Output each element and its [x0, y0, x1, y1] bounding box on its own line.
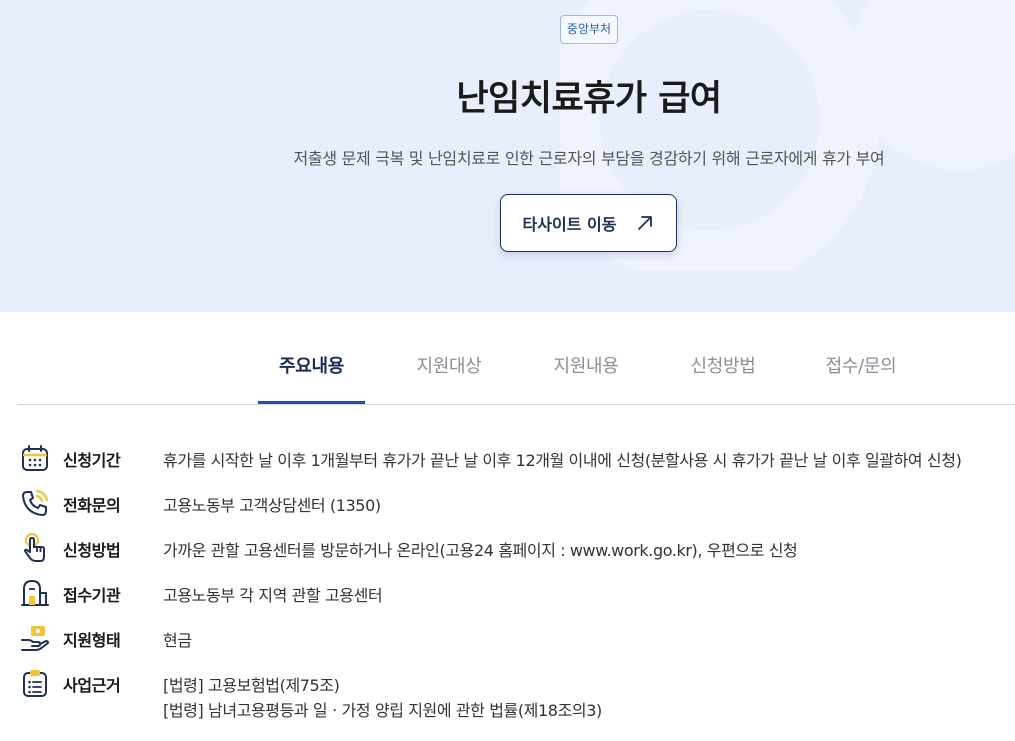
clipboard-list-icon: [19, 667, 51, 699]
tab-bar: 주요내용 지원대상 지원내용 신청방법 접수/문의: [18, 330, 1015, 405]
info-value: 고용노동부 각 지역 관할 고용센터: [163, 586, 383, 605]
info-value: [법령] 고용보험법(제75조): [163, 676, 340, 695]
page-subtitle: 저출생 문제 극복 및 난임치료로 인한 근로자의 부담을 경감하기 위해 근로…: [293, 149, 885, 168]
building-icon: [19, 577, 51, 609]
calendar-icon: [19, 442, 51, 474]
info-value: 고용노동부 고객상담센터 (1350): [163, 496, 381, 515]
info-label: 전화문의: [63, 496, 121, 515]
info-row-phone: 전화문의 고용노동부 고객상담센터 (1350): [0, 480, 1015, 525]
info-row-how-to-apply: 신청방법 가까운 관할 고용센터를 방문하거나 온라인(고용24 홈페이지 : …: [0, 525, 1015, 570]
info-value: 가까운 관할 고용센터를 방문하거나 온라인(고용24 홈페이지 : www.w…: [163, 541, 798, 560]
info-row-support-type: 지원형태 현금: [0, 615, 1015, 660]
page-title: 난임치료휴가 급여: [456, 79, 722, 119]
category-badge: 중앙부처: [560, 15, 618, 44]
info-value-secondary: [법령] 남녀고용평등과 일ㆍ가정 양립 지원에 관한 법률(제18조의3): [163, 701, 602, 720]
external-arrow-icon: [638, 216, 653, 230]
info-row-legal-basis: 사업근거 [법령] 고용보험법(제75조) [법령] 남녀고용평등과 일ㆍ가정 …: [0, 660, 1015, 730]
tab-contact[interactable]: 접수/문의: [813, 330, 909, 404]
tab-how-to-apply[interactable]: 신청방법: [675, 330, 771, 404]
hand-money-icon: [19, 622, 51, 654]
info-label: 지원형태: [63, 631, 121, 650]
info-row-application-period: 신청기간 휴가를 시작한 날 이후 1개월부터 휴가가 끝난 날 이후 12개월…: [0, 435, 1015, 480]
tab-eligibility[interactable]: 지원대상: [401, 330, 497, 404]
info-row-reception-agency: 접수기관 고용노동부 각 지역 관할 고용센터: [0, 570, 1015, 615]
info-label: 접수기관: [63, 586, 121, 605]
info-value: 휴가를 시작한 날 이후 1개월부터 휴가가 끝난 날 이후 12개월 이내에 …: [163, 451, 962, 470]
info-value: 현금: [163, 631, 192, 650]
info-label: 사업근거: [63, 676, 121, 695]
external-site-button[interactable]: 타사이트 이동: [500, 194, 677, 252]
phone-icon: [19, 487, 51, 519]
info-label: 신청방법: [63, 541, 121, 560]
tab-main-content[interactable]: 주요내용: [258, 330, 365, 404]
hand-pointer-icon: [19, 532, 51, 564]
hero-banner: 중앙부처 난임치료휴가 급여 저출생 문제 극복 및 난임치료로 인한 근로자의…: [0, 0, 1015, 312]
external-site-label: 타사이트 이동: [522, 215, 617, 234]
info-label: 신청기간: [63, 451, 121, 470]
tab-support-details[interactable]: 지원내용: [538, 330, 634, 404]
